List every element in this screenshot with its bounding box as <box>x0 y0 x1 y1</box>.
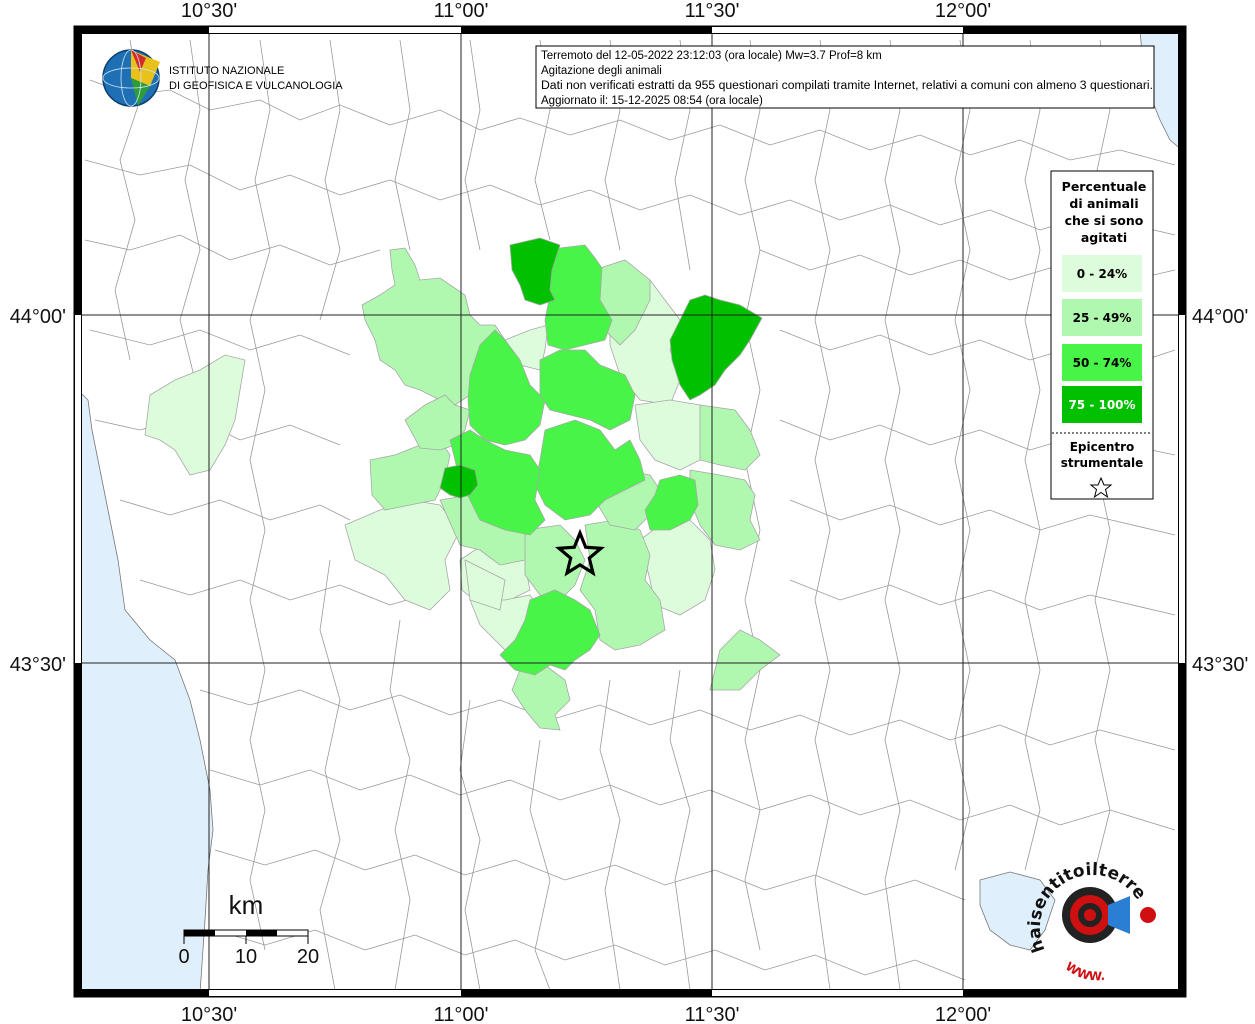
lon-label-top: 12°00' <box>935 0 991 22</box>
legend-title-3: che si sono <box>1065 213 1144 228</box>
lon-label-top: 10°30' <box>181 0 237 22</box>
lon-label-bottom: 11°00' <box>434 1004 489 1024</box>
lon-label-top: 11°30' <box>685 0 740 22</box>
scale-unit: km <box>229 890 264 920</box>
header-line-3: Dati non verificati estratti da 955 ques… <box>541 80 1153 92</box>
header-line-4: Aggiornato il: 15-12-2025 08:54 (ora loc… <box>541 95 763 107</box>
lat-label-right: 44°00' <box>1192 306 1248 328</box>
legend-class-label: 25 - 49% <box>1073 311 1132 325</box>
logo-line-2: DI GEOFISICA E VULCANOLOGIA <box>169 80 343 92</box>
header-line-2: Agitazione degli animali <box>541 65 662 77</box>
scale-tick-label: 10 <box>235 946 257 968</box>
lat-label-right: 43°30' <box>1192 654 1248 676</box>
legend-class-label: 50 - 74% <box>1073 356 1132 370</box>
header-box: Terremoto del 12-05-2022 23:12:03 (ora l… <box>535 45 1155 109</box>
legend-title-4: agitati <box>1081 230 1127 245</box>
lon-label-top: 11°00' <box>434 0 489 22</box>
question-icon <box>1140 907 1156 923</box>
legend-title-2: di animali <box>1069 196 1138 211</box>
legend-class-label: 75 - 100% <box>1068 398 1135 412</box>
lat-label-left: 43°30' <box>10 654 66 676</box>
logo-line-1: ISTITUTO NAZIONALE <box>169 65 284 77</box>
scale-tick-label: 0 <box>178 946 189 968</box>
lon-label-bottom: 10°30' <box>181 1004 237 1024</box>
lat-label-left: 44°00' <box>10 306 66 328</box>
legend-epicenter-1: Epicentro <box>1070 440 1135 454</box>
scale-tick-label: 20 <box>297 946 319 968</box>
legend-class-label: 0 - 24% <box>1077 267 1127 281</box>
legend-title-1: Percentuale <box>1062 179 1147 194</box>
intensity-map: 10°30' 11°00' 11°30' 12°00' 10°30' 11°00… <box>0 0 1248 1024</box>
header-line-1: Terremoto del 12-05-2022 23:12:03 (ora l… <box>541 50 882 62</box>
legend-epicenter-2: strumentale <box>1061 456 1144 470</box>
legend: Percentuale di animali che si sono agita… <box>1050 170 1154 500</box>
lon-label-bottom: 12°00' <box>935 1004 991 1024</box>
lon-label-bottom: 11°30' <box>685 1004 740 1024</box>
